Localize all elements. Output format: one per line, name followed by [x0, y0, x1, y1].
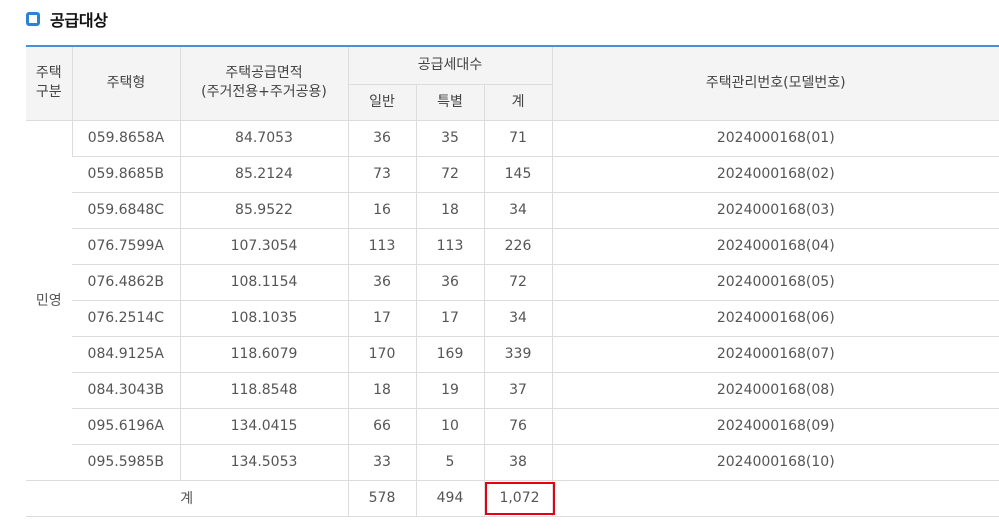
header-subtotal: 계	[483, 84, 553, 121]
mgmt-no-cell: 2024000168(10)	[551, 444, 999, 481]
special-cell: 113	[415, 228, 484, 265]
total-cell: 34	[483, 192, 553, 229]
table-row: 059.8685B 85.2124 73 72 145 2024000168(02)	[26, 156, 999, 193]
total-cell: 76	[483, 408, 553, 445]
total-label: 계	[26, 480, 348, 517]
total-special: 494	[415, 480, 484, 517]
header-category: 주택 구분	[26, 45, 72, 121]
total-cell: 72	[483, 264, 553, 301]
table-row: 095.5985B 134.5053 33 5 38 2024000168(10)	[26, 444, 999, 481]
table-row: 민영 059.8658A 84.7053 36 35 71 2024000168(01)	[26, 120, 999, 481]
total-cell: 37	[483, 372, 553, 409]
general-cell: 66	[347, 408, 416, 445]
general-cell: 36	[347, 120, 416, 157]
type-cell: 076.7599A	[72, 228, 180, 265]
type-cell: 095.6196A	[72, 408, 180, 445]
table-row: 076.4862B 108.1154 36 36 72 2024000168(05)	[26, 264, 999, 301]
type-cell: 059.6848C	[72, 192, 180, 229]
table-row: 076.7599A 107.3054 113 113 226 2024000168(04)	[26, 228, 999, 265]
special-cell: 19	[415, 372, 484, 409]
area-cell: 118.8548	[179, 372, 348, 409]
grand-total-highlight: 1,072	[484, 481, 555, 515]
general-cell: 36	[347, 264, 416, 301]
header-supply-units: 공급세대수	[347, 45, 553, 85]
general-cell: 16	[347, 192, 416, 229]
section-header: 공급대상	[26, 6, 108, 32]
special-cell: 35	[415, 120, 484, 157]
type-cell: 084.9125A	[72, 336, 180, 373]
grand-total-cell: 1,072	[483, 480, 555, 517]
area-cell: 107.3054	[179, 228, 348, 265]
area-cell: 85.9522	[179, 192, 348, 229]
mgmt-no-cell: 2024000168(05)	[551, 264, 999, 301]
type-cell: 095.5985B	[72, 444, 180, 481]
total-mgmt-empty	[551, 480, 999, 517]
area-cell: 118.6079	[179, 336, 348, 373]
special-cell: 169	[415, 336, 484, 373]
total-cell: 226	[483, 228, 553, 265]
table-row: 084.3043B 118.8548 18 19 37 2024000168(08)	[26, 372, 999, 409]
special-cell: 36	[415, 264, 484, 301]
total-cell: 38	[483, 444, 553, 481]
header-area: 주택공급면적 (주거전용+주거공용)	[179, 45, 348, 121]
mgmt-no-cell: 2024000168(01)	[551, 120, 999, 157]
area-cell: 108.1154	[179, 264, 348, 301]
mgmt-no-cell: 2024000168(07)	[551, 336, 999, 373]
supply-table: 주택 구분 주택형 주택공급면적 (주거전용+주거공용) 공급세대수 주택관리번…	[26, 45, 999, 517]
header-special: 특별	[415, 84, 484, 121]
general-cell: 113	[347, 228, 416, 265]
square-bullet-icon	[26, 12, 40, 26]
type-cell: 084.3043B	[72, 372, 180, 409]
area-cell: 108.1035	[179, 300, 348, 337]
special-cell: 5	[415, 444, 484, 481]
table-body: 민영 059.8658A 84.7053 36 35 71 2024000168(01) 05…	[26, 120, 999, 517]
total-cell: 34	[483, 300, 553, 337]
type-cell: 059.8658A	[71, 120, 180, 157]
mgmt-no-cell: 2024000168(02)	[551, 156, 999, 193]
area-cell: 85.2124	[179, 156, 348, 193]
category-cell: 민영	[26, 120, 72, 481]
general-cell: 73	[347, 156, 416, 193]
mgmt-no-cell: 2024000168(04)	[551, 228, 999, 265]
table-row: 059.6848C 85.9522 16 18 34 2024000168(03)	[26, 192, 999, 229]
total-row: 계 578 494 1,072	[26, 480, 999, 517]
general-cell: 33	[347, 444, 416, 481]
mgmt-no-cell: 2024000168(09)	[551, 408, 999, 445]
header-general: 일반	[347, 84, 416, 121]
general-cell: 17	[347, 300, 416, 337]
table-row: 095.6196A 134.0415 66 10 76 2024000168(09)	[26, 408, 999, 445]
special-cell: 18	[415, 192, 484, 229]
type-cell: 076.2514C	[72, 300, 180, 337]
general-cell: 170	[347, 336, 416, 373]
special-cell: 17	[415, 300, 484, 337]
special-cell: 72	[415, 156, 484, 193]
total-cell: 339	[483, 336, 553, 373]
type-cell: 059.8685B	[72, 156, 180, 193]
total-cell: 71	[483, 120, 553, 157]
total-general: 578	[347, 480, 416, 517]
general-cell: 18	[347, 372, 416, 409]
header-type: 주택형	[71, 45, 180, 121]
area-cell: 84.7053	[179, 120, 348, 157]
mgmt-no-cell: 2024000168(08)	[551, 372, 999, 409]
total-cell: 145	[483, 156, 553, 193]
type-cell: 076.4862B	[72, 264, 180, 301]
mgmt-no-cell: 2024000168(03)	[551, 192, 999, 229]
header-mgmt-no: 주택관리번호(모델번호)	[551, 45, 999, 121]
special-cell: 10	[415, 408, 484, 445]
section-title: 공급대상	[50, 11, 108, 30]
table-row: 084.9125A 118.6079 170 169 339 2024000168(07)	[26, 336, 999, 373]
area-cell: 134.0415	[179, 408, 348, 445]
mgmt-no-cell: 2024000168(06)	[551, 300, 999, 337]
area-cell: 134.5053	[179, 444, 348, 481]
table-row: 076.2514C 108.1035 17 17 34 2024000168(06)	[26, 300, 999, 337]
